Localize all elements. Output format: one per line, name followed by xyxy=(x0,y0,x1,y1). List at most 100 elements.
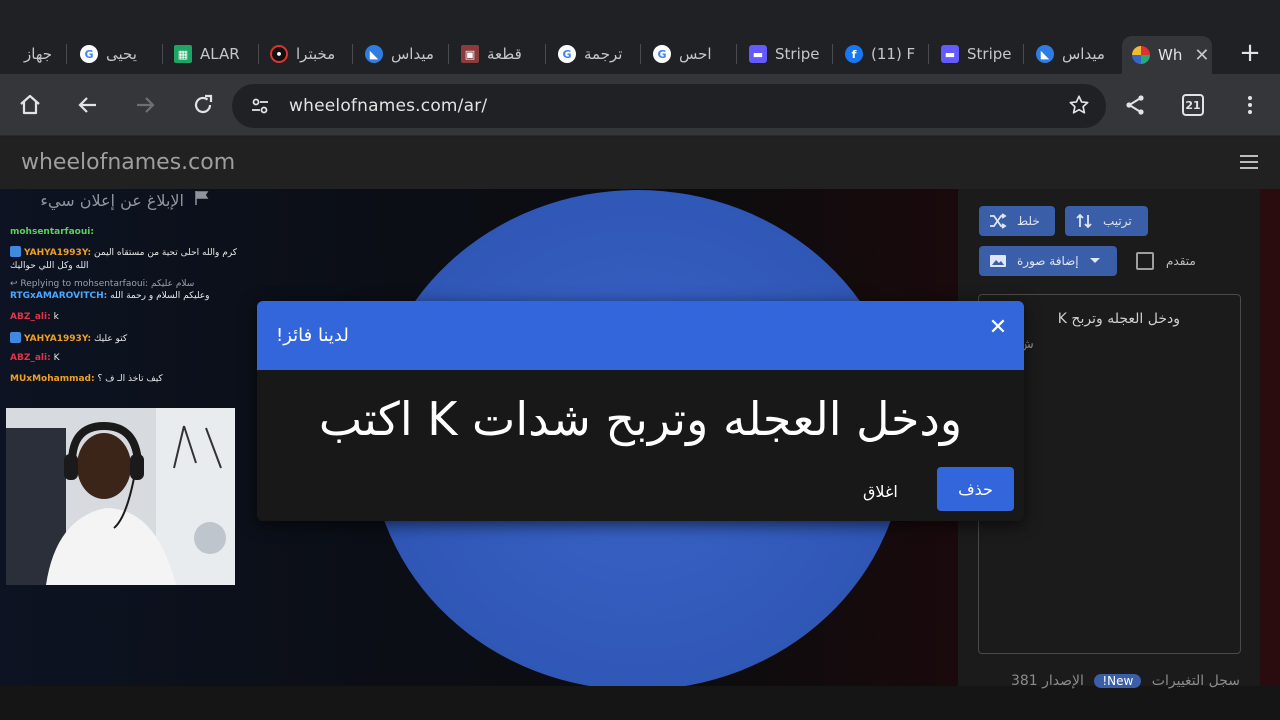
shuffle-button[interactable]: خلط xyxy=(979,206,1055,236)
tab-active[interactable]: Wh ✕ xyxy=(1122,36,1212,74)
streamer-image xyxy=(6,408,235,585)
tab-7[interactable]: G احس xyxy=(643,38,733,70)
hamburger-menu-icon[interactable] xyxy=(1240,153,1260,175)
dialog-title: لدينا فائز! xyxy=(276,325,349,346)
chat-text: كيف تاخذ الـ ف ؟ xyxy=(97,374,163,384)
stripe-icon: ▬ xyxy=(941,45,959,63)
site-info-icon[interactable] xyxy=(250,96,270,120)
back-button[interactable] xyxy=(70,87,106,123)
tab-title: ترجمة xyxy=(584,45,623,63)
site-brand[interactable]: wheelofnames.com xyxy=(21,150,235,175)
sort-icon xyxy=(1076,213,1092,229)
report-ad-link[interactable]: الإبلاغ عن إعلان سيء xyxy=(20,188,210,212)
midas-icon: ◣ xyxy=(1036,45,1054,63)
tab-switcher-button[interactable]: 21 xyxy=(1175,87,1211,123)
url-text: wheelofnames.com/ar/ xyxy=(289,96,488,116)
badge-icon xyxy=(10,332,21,343)
new-tab-button[interactable]: + xyxy=(1236,38,1264,70)
chat-text: Replying to mohsentarfaoui: سلام عليكم xyxy=(20,279,195,289)
tab-title: مخبترا xyxy=(296,45,336,63)
remove-button[interactable]: حذف xyxy=(937,467,1014,511)
google-icon: G xyxy=(558,45,576,63)
home-button[interactable] xyxy=(12,87,48,123)
sort-button[interactable]: ترتيب xyxy=(1065,206,1148,236)
tab-count: 21 xyxy=(1182,94,1204,116)
chat-user: YAHYA1993Y: xyxy=(24,248,92,258)
winner-dialog: لدينا فائز! ✕ ودخل العجله وتربح شدات K ا… xyxy=(257,301,1024,521)
share-button[interactable] xyxy=(1117,87,1153,123)
add-image-label: إضافة صورة xyxy=(1017,254,1079,268)
chat-user: RTGxAMAROVITCH: xyxy=(10,291,108,301)
chat-message: الله وكل اللي حواليك xyxy=(10,260,89,273)
flag-icon xyxy=(194,190,210,210)
advanced-label: متقدم xyxy=(1166,254,1196,268)
dialog-header: لدينا فائز! ✕ xyxy=(257,301,1024,370)
tab-2[interactable]: ▦ ALAR xyxy=(164,38,254,70)
tab-10[interactable]: ▬ Stripe xyxy=(931,38,1021,70)
chat-message: MUxMohammad: كيف تاخذ الـ ف ؟ xyxy=(10,373,163,386)
tab-title: ميداس xyxy=(1062,45,1105,63)
image-icon xyxy=(990,255,1006,267)
dialog-body: ودخل العجله وتربح شدات K اكتب اغلاق حذف xyxy=(257,370,1024,521)
tab-5[interactable]: ▣ قطعة xyxy=(451,38,541,70)
report-ad-label: الإبلاغ عن إعلان سيء xyxy=(40,190,184,210)
winner-name: ودخل العجله وتربح شدات K اكتب xyxy=(318,392,963,446)
chat-message: RTGxAMAROVITCH: وعليكم السلام و رحمة الل… xyxy=(10,290,210,303)
tab-11[interactable]: ◣ ميداس xyxy=(1026,38,1116,70)
tab-3[interactable]: • مخبترا xyxy=(260,38,350,70)
entry-line: ودخل العجله وتربح K xyxy=(1057,311,1180,327)
badge-icon xyxy=(10,246,21,257)
bottom-bar xyxy=(0,686,1280,720)
tab-title: ALAR xyxy=(200,45,240,63)
advanced-checkbox[interactable] xyxy=(1136,252,1154,270)
image-icon: ▣ xyxy=(461,45,479,63)
advanced-toggle[interactable]: متقدم xyxy=(1136,252,1196,270)
chevron-down-icon xyxy=(1089,258,1100,263)
close-tab-icon[interactable]: ✕ xyxy=(1194,45,1209,66)
address-bar[interactable]: wheelofnames.com/ar/ xyxy=(232,84,1106,128)
reply-icon: ↩ xyxy=(10,279,18,289)
browser-toolbar: wheelofnames.com/ar/ 21 xyxy=(0,74,1280,136)
chat-user: YAHYA1993Y: xyxy=(24,334,92,344)
chat-user: ABZ_ali: xyxy=(10,353,51,363)
sidebar-footer: سجل التغييرات New! الإصدار 381 xyxy=(980,673,1240,689)
chat-user: mohsentarfaoui: xyxy=(10,227,94,237)
close-button[interactable]: اغلاق xyxy=(863,482,898,501)
tab-title: جهاز xyxy=(24,45,53,63)
version-text: الإصدار 381 xyxy=(1010,673,1084,689)
tab-9[interactable]: f (11) F xyxy=(835,38,925,70)
chat-message: ABZ_ali: k xyxy=(10,311,59,324)
tab-title: قطعة xyxy=(487,45,522,63)
sort-label: ترتيب xyxy=(1103,214,1132,228)
back-arrow-icon xyxy=(78,97,96,113)
tab-1[interactable]: G يحيى xyxy=(70,38,160,70)
stripe-icon: ▬ xyxy=(749,45,767,63)
chat-text: الله وكل اللي حواليك xyxy=(10,261,89,271)
screen: جهاز G يحيى ▦ ALAR • مخبترا ◣ ميداس ▣ قط… xyxy=(0,0,1280,720)
shuffle-label: خلط xyxy=(1017,214,1040,228)
tab-title: احس xyxy=(679,45,712,63)
tab-6[interactable]: G ترجمة xyxy=(548,38,638,70)
tab-8[interactable]: ▬ Stripe xyxy=(739,38,829,70)
browser-menu-button[interactable] xyxy=(1232,87,1268,123)
add-image-button[interactable]: إضافة صورة xyxy=(979,246,1117,276)
chat-message: ABZ_ali: K xyxy=(10,352,59,365)
share-icon xyxy=(1126,95,1144,115)
tab-0[interactable]: جهاز xyxy=(14,38,62,70)
chat-text: كرم والله احلى تحية من مستقاه اليمن xyxy=(94,248,238,258)
changelog-link[interactable]: سجل التغييرات xyxy=(1152,673,1240,689)
chat-text: كتو عليك xyxy=(94,334,128,344)
tab-4[interactable]: ◣ ميداس xyxy=(355,38,445,70)
bookmark-star-icon[interactable] xyxy=(1068,94,1090,120)
forward-button[interactable] xyxy=(127,87,163,123)
chat-message: YAHYA1993Y: كتو عليك xyxy=(10,332,127,346)
google-icon: G xyxy=(653,45,671,63)
sheet-icon: ▦ xyxy=(174,45,192,63)
google-icon: G xyxy=(80,45,98,63)
midas-icon: ◣ xyxy=(365,45,383,63)
browser-tab-strip: جهاز G يحيى ▦ ALAR • مخبترا ◣ ميداس ▣ قط… xyxy=(0,0,1280,74)
chat-text: وعليكم السلام و رحمة الله xyxy=(110,291,210,301)
reload-button[interactable] xyxy=(185,87,221,123)
chat-text: k xyxy=(53,312,59,322)
close-icon[interactable]: ✕ xyxy=(986,316,1010,340)
